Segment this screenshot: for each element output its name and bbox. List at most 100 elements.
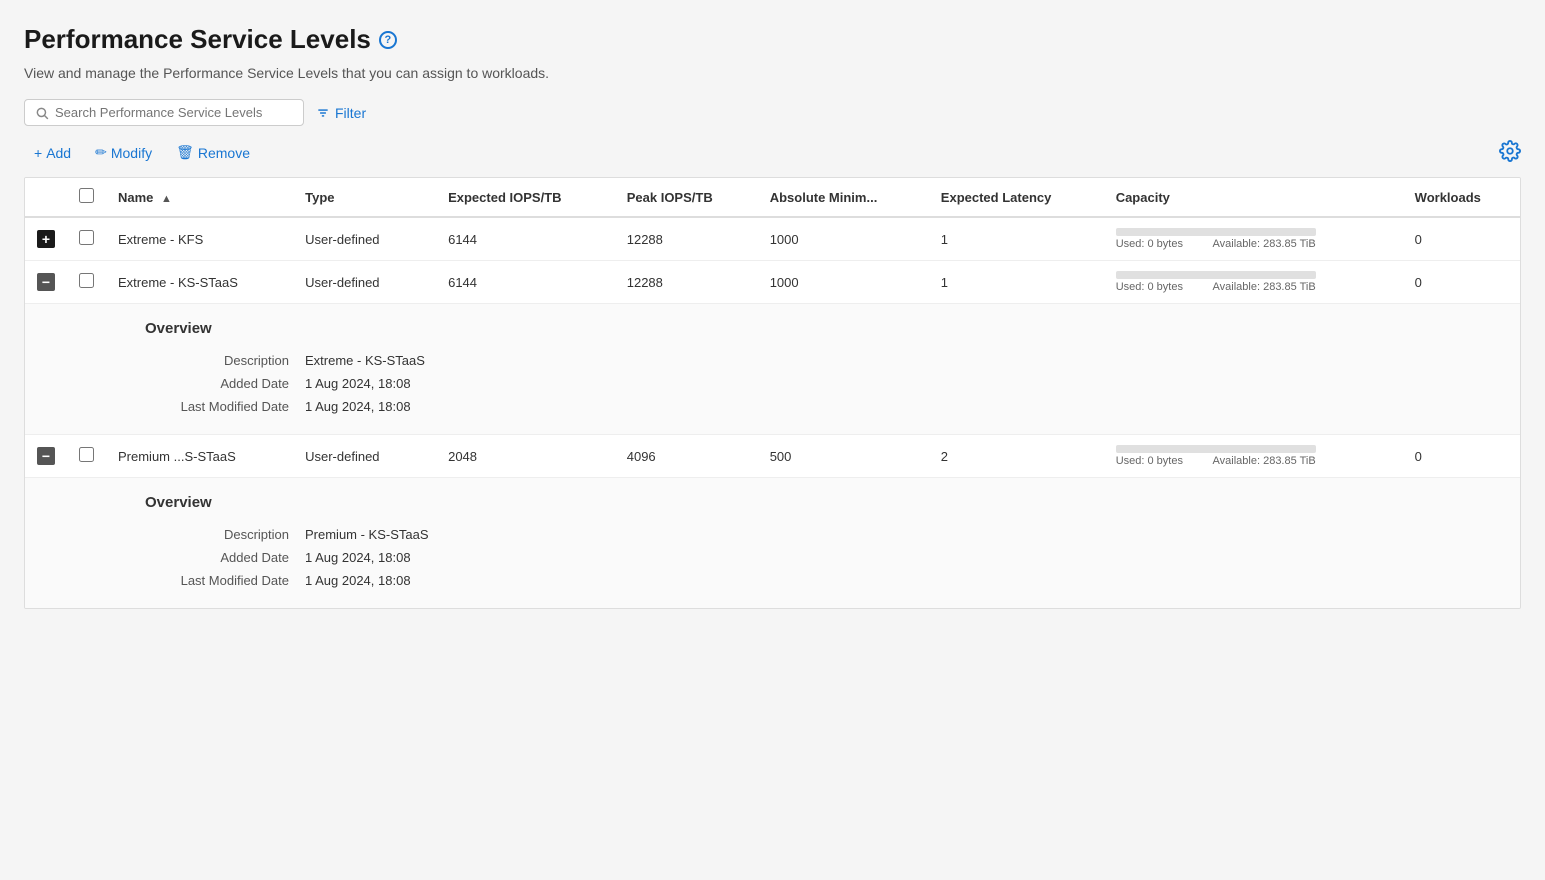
last-modified-label: Last Modified Date: [145, 399, 305, 414]
workloads-cell: 0: [1403, 435, 1520, 478]
toolbar-row: Filter: [24, 99, 1521, 126]
action-row: + Add ✏ Modify 🗑 Remove: [24, 140, 1521, 165]
search-box: [24, 99, 304, 126]
expected-iops-cell: 6144: [436, 261, 615, 304]
peak-iops-cell: 12288: [615, 217, 758, 261]
filter-icon: [316, 106, 330, 120]
capacity-bar: [1116, 271, 1316, 279]
detail-row: Overview Description Extreme - KS-STaaS …: [25, 304, 1520, 435]
remove-icon: 🗑: [176, 144, 194, 161]
filter-label: Filter: [335, 105, 366, 121]
description-value: Extreme - KS-STaaS: [305, 353, 645, 368]
expand-button[interactable]: +: [37, 230, 55, 248]
page-container: Performance Service Levels ? View and ma…: [0, 0, 1545, 880]
checkbox-cell: [67, 435, 106, 478]
col-header-expected-latency: Expected Latency: [929, 178, 1104, 217]
row-checkbox[interactable]: [79, 230, 94, 245]
checkbox-cell: [67, 261, 106, 304]
expected-latency-cell: 2: [929, 435, 1104, 478]
search-input[interactable]: [55, 105, 293, 120]
capacity-used-label: Used: 0 bytes: [1116, 281, 1183, 293]
expand-cell: −: [25, 261, 67, 304]
description-value: Premium - KS-STaaS: [305, 527, 645, 542]
capacity-bar-wrap: Used: 0 bytes Available: 283.85 TiB: [1116, 271, 1391, 293]
add-button[interactable]: + Add: [24, 141, 81, 165]
capacity-available-label: Available: 283.85 TiB: [1213, 455, 1316, 467]
capacity-used-label: Used: 0 bytes: [1116, 455, 1183, 467]
detail-content: Overview Description Extreme - KS-STaaS …: [25, 304, 1520, 434]
add-icon: +: [34, 145, 42, 161]
peak-iops-cell: 12288: [615, 261, 758, 304]
capacity-bar-wrap: Used: 0 bytes Available: 283.85 TiB: [1116, 445, 1391, 467]
modify-label: Modify: [111, 145, 152, 161]
expected-iops-cell: 6144: [436, 217, 615, 261]
detail-title: Overview: [145, 494, 1520, 511]
expand-button[interactable]: −: [37, 447, 55, 465]
type-cell: User-defined: [293, 435, 436, 478]
table-header-row: Name ▲ Type Expected IOPS/TB Peak IOPS/T…: [25, 178, 1520, 217]
capacity-cell: Used: 0 bytes Available: 283.85 TiB: [1104, 261, 1403, 304]
added-date-label: Added Date: [145, 550, 305, 565]
page-title-row: Performance Service Levels ?: [24, 24, 1521, 55]
col-header-peak-iops: Peak IOPS/TB: [615, 178, 758, 217]
detail-cell: Overview Description Extreme - KS-STaaS …: [25, 304, 1520, 435]
help-icon[interactable]: ?: [379, 31, 397, 49]
capacity-cell: Used: 0 bytes Available: 283.85 TiB: [1104, 435, 1403, 478]
detail-cell: Overview Description Premium - KS-STaaS …: [25, 478, 1520, 609]
col-header-abs-min: Absolute Minim...: [758, 178, 929, 217]
detail-row: Overview Description Premium - KS-STaaS …: [25, 478, 1520, 609]
col-header-expand: [25, 178, 67, 217]
abs-min-cell: 500: [758, 435, 929, 478]
settings-icon[interactable]: [1499, 140, 1521, 162]
col-header-workloads: Workloads: [1403, 178, 1520, 217]
capacity-available-label: Available: 283.85 TiB: [1213, 281, 1316, 293]
capacity-labels: Used: 0 bytes Available: 283.85 TiB: [1116, 455, 1316, 467]
capacity-bar: [1116, 445, 1316, 453]
expected-latency-cell: 1: [929, 217, 1104, 261]
expected-latency-cell: 1: [929, 261, 1104, 304]
modify-icon: ✏: [95, 144, 107, 161]
remove-button[interactable]: 🗑 Remove: [166, 140, 260, 165]
select-all-checkbox[interactable]: [79, 188, 94, 203]
sort-arrow-name: ▲: [161, 193, 172, 205]
col-header-capacity: Capacity: [1104, 178, 1403, 217]
row-checkbox[interactable]: [79, 273, 94, 288]
detail-content: Overview Description Premium - KS-STaaS …: [25, 478, 1520, 608]
table-row: − Premium ...S-STaaS User-defined 2048 4…: [25, 435, 1520, 478]
expected-iops-cell: 2048: [436, 435, 615, 478]
expand-button[interactable]: −: [37, 273, 55, 291]
detail-grid: Description Premium - KS-STaaS Added Dat…: [145, 527, 645, 588]
expand-cell: −: [25, 435, 67, 478]
abs-min-cell: 1000: [758, 217, 929, 261]
last-modified-label: Last Modified Date: [145, 573, 305, 588]
remove-label: Remove: [198, 145, 250, 161]
table-container: Name ▲ Type Expected IOPS/TB Peak IOPS/T…: [24, 177, 1521, 609]
capacity-labels: Used: 0 bytes Available: 283.85 TiB: [1116, 281, 1316, 293]
expand-cell: +: [25, 217, 67, 261]
page-subtitle: View and manage the Performance Service …: [24, 65, 1521, 81]
col-header-name[interactable]: Name ▲: [106, 178, 293, 217]
detail-grid: Description Extreme - KS-STaaS Added Dat…: [145, 353, 645, 414]
checkbox-cell: [67, 217, 106, 261]
detail-title: Overview: [145, 320, 1520, 337]
col-header-expected-iops: Expected IOPS/TB: [436, 178, 615, 217]
modify-button[interactable]: ✏ Modify: [85, 140, 162, 165]
col-header-checkbox: [67, 178, 106, 217]
page-title: Performance Service Levels: [24, 24, 371, 55]
row-checkbox[interactable]: [79, 447, 94, 462]
workloads-cell: 0: [1403, 217, 1520, 261]
capacity-bar: [1116, 228, 1316, 236]
add-label: Add: [46, 145, 71, 161]
added-date-label: Added Date: [145, 376, 305, 391]
action-left: + Add ✏ Modify 🗑 Remove: [24, 140, 260, 165]
capacity-used-label: Used: 0 bytes: [1116, 238, 1183, 250]
filter-button[interactable]: Filter: [316, 105, 366, 121]
main-table: Name ▲ Type Expected IOPS/TB Peak IOPS/T…: [25, 178, 1520, 608]
capacity-available-label: Available: 283.85 TiB: [1213, 238, 1316, 250]
abs-min-cell: 1000: [758, 261, 929, 304]
last-modified-value: 1 Aug 2024, 18:08: [305, 573, 645, 588]
capacity-cell: Used: 0 bytes Available: 283.85 TiB: [1104, 217, 1403, 261]
description-label: Description: [145, 353, 305, 368]
description-label: Description: [145, 527, 305, 542]
added-date-value: 1 Aug 2024, 18:08: [305, 376, 645, 391]
